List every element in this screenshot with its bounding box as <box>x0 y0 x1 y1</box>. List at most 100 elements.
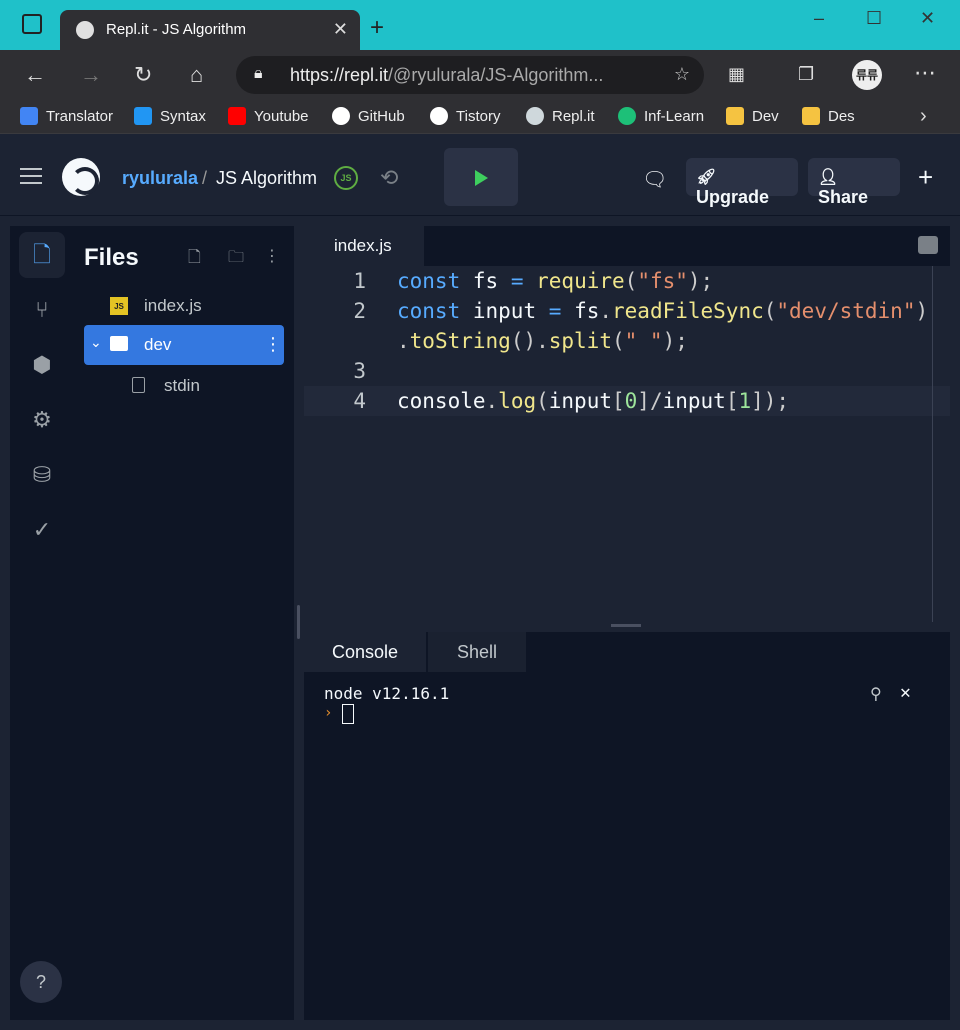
bookmark-youtube[interactable]: Youtube <box>228 107 309 125</box>
nodejs-icon: JS <box>334 166 358 190</box>
history-icon[interactable]: ⟲ <box>380 165 398 191</box>
clear-console-icon[interactable]: ✕ <box>900 682 911 703</box>
inf-learn-icon <box>618 107 636 125</box>
more-menu-icon[interactable]: ⋯ <box>914 60 936 86</box>
youtube-icon <box>228 107 246 125</box>
menu-icon[interactable] <box>20 168 42 184</box>
editor-tab-index-js[interactable]: index.js <box>304 226 424 266</box>
packages-icon[interactable]: ⬢ <box>19 342 65 388</box>
replit-favicon <box>76 21 94 39</box>
chevron-right-icon[interactable]: › <box>920 105 927 128</box>
console-prompt: › <box>324 705 333 721</box>
code-line: 1 const fs = require("fs"); <box>353 269 714 293</box>
version-control-icon[interactable]: ⑂ <box>19 287 65 333</box>
back-icon[interactable]: ← <box>24 62 46 88</box>
file-item-stdin[interactable]: stdin <box>84 366 284 406</box>
browser-toolbar: ← → ↻ ⌂ 🔒︎ https://repl.it/@ryulurala/JS… <box>0 50 960 100</box>
folder-name: dev <box>144 335 172 354</box>
browser-tab-title: Repl.it - JS Algorithm <box>106 21 247 38</box>
bookmark-folder-dev[interactable]: Dev <box>726 107 779 125</box>
panel-resize-handle[interactable] <box>297 605 300 639</box>
collections-icon[interactable]: ❐ <box>798 64 814 85</box>
sidebar-rail: 🗋︎ ⑂ ⬢ ⚙︎ ⛁ ✓ ? <box>10 226 72 1020</box>
help-button[interactable]: ? <box>20 961 62 1003</box>
tab-console[interactable]: Console <box>304 632 426 672</box>
folder-item-dev[interactable]: ⌄ dev ⋮ <box>84 325 284 365</box>
code-line-current: 4 console.log(input[0]/input[1]); <box>304 386 950 416</box>
folder-icon <box>726 107 744 125</box>
url-host: https://repl.it <box>290 65 389 85</box>
bookmarks-bar: Translator Syntax Youtube GitHub Tistory… <box>0 100 960 134</box>
new-tab-button[interactable]: + <box>370 14 384 42</box>
folder-menu-icon[interactable]: ⋮ <box>264 334 282 355</box>
new-folder-icon[interactable]: 🗀︎ <box>228 246 244 273</box>
chevron-down-icon[interactable]: ⌄ <box>90 334 102 351</box>
lock-icon: 🔒︎ <box>254 65 263 82</box>
search-icon[interactable]: ⚲ <box>870 684 882 703</box>
bookmark-tistory[interactable]: Tistory <box>430 107 500 125</box>
favorite-star-icon[interactable]: ☆ <box>674 64 690 85</box>
code-line: 2 const input = fs.readFileSync("dev/stdi… <box>353 299 929 323</box>
database-icon[interactable]: ⛁ <box>19 452 65 498</box>
home-icon[interactable]: ⌂ <box>190 62 203 88</box>
settings-gear-icon[interactable]: ⚙︎ <box>19 397 65 443</box>
console-output[interactable]: node v12.16.1 › ⚲ ✕ <box>304 672 950 1020</box>
unit-tests-check-icon[interactable]: ✓ <box>19 507 65 553</box>
files-icon[interactable]: 🗋︎ <box>19 232 65 278</box>
github-icon <box>332 107 350 125</box>
folder-icon <box>802 107 820 125</box>
repl-owner-link[interactable]: ryulurala <box>122 168 198 189</box>
add-person-icon: 👤︎ <box>818 169 839 186</box>
bookmark-folder-des[interactable]: Des <box>802 107 855 125</box>
bookmark-github[interactable]: GitHub <box>332 107 405 125</box>
close-tab-icon[interactable]: ✕ <box>333 19 348 40</box>
console-resize-handle[interactable] <box>611 624 641 627</box>
tab-shell[interactable]: Shell <box>428 632 526 672</box>
files-panel: Files 🗋︎ 🗀︎ ⋮ JS index.js ⌄ dev ⋮ stdin <box>72 226 294 1020</box>
replit-logo[interactable] <box>62 158 100 196</box>
bookmark-replit[interactable]: Repl.it <box>526 107 595 125</box>
repl-name[interactable]: JS Algorithm <box>216 168 317 189</box>
upgrade-button[interactable]: 🚀︎Upgrade <box>686 158 798 207</box>
maximize-icon[interactable]: ☐ <box>866 8 882 29</box>
profile-avatar[interactable]: 류류 <box>852 60 882 90</box>
url-path: /@ryulurala/JS-Algorithm... <box>388 65 604 85</box>
file-name: stdin <box>164 376 200 395</box>
translator-icon <box>20 107 38 125</box>
repl-header: ryulurala / JS Algorithm JS ⟲ 🗨︎ 🚀︎Upgra… <box>0 140 960 216</box>
refresh-icon[interactable]: ↻ <box>134 62 152 88</box>
file-name: index.js <box>144 296 202 315</box>
browser-tab-bar: Repl.it - JS Algorithm ✕ + – ☐ ✕ <box>0 0 960 50</box>
run-button[interactable] <box>444 148 518 206</box>
share-button[interactable]: 👤︎Share <box>808 158 900 207</box>
qr-code-icon[interactable]: ▦ <box>728 64 745 85</box>
console-cursor <box>342 704 354 724</box>
address-bar[interactable]: 🔒︎ https://repl.it/@ryulurala/JS-Algorit… <box>236 56 704 94</box>
bookmark-translator[interactable]: Translator <box>20 107 113 125</box>
file-item-index-js[interactable]: JS index.js <box>84 286 284 326</box>
editor-menu-icon[interactable] <box>918 236 938 254</box>
forward-icon[interactable]: → <box>80 62 102 88</box>
tistory-icon <box>430 107 448 125</box>
add-icon[interactable]: + <box>918 162 933 193</box>
more-options-icon[interactable]: ⋮ <box>264 246 280 266</box>
js-file-icon: JS <box>110 297 128 315</box>
replit-bookmark-icon <box>526 107 544 125</box>
minimize-icon[interactable]: – <box>814 8 824 29</box>
chat-icon[interactable]: 🗨︎ <box>642 167 667 192</box>
editor-scrollbar[interactable] <box>932 266 933 622</box>
code-line: .toString().split(" "); <box>397 329 688 353</box>
syntax-icon <box>134 107 152 125</box>
window-close-icon[interactable]: ✕ <box>920 8 935 29</box>
new-file-icon[interactable]: 🗋︎ <box>188 246 201 273</box>
file-icon <box>132 377 145 393</box>
browser-tab-replit[interactable]: Repl.it - JS Algorithm ✕ <box>60 10 360 50</box>
console-output-line: node v12.16.1 <box>324 684 450 703</box>
workspace-icon[interactable] <box>22 14 42 34</box>
folder-icon <box>110 336 128 351</box>
breadcrumb-separator: / <box>202 168 208 188</box>
bookmark-syntax[interactable]: Syntax <box>134 107 206 125</box>
bookmark-inf-learn[interactable]: Inf-Learn <box>618 107 704 125</box>
code-editor[interactable]: index.js 1 const fs = require("fs"); 2 con… <box>304 226 950 622</box>
files-title: Files <box>84 244 139 271</box>
